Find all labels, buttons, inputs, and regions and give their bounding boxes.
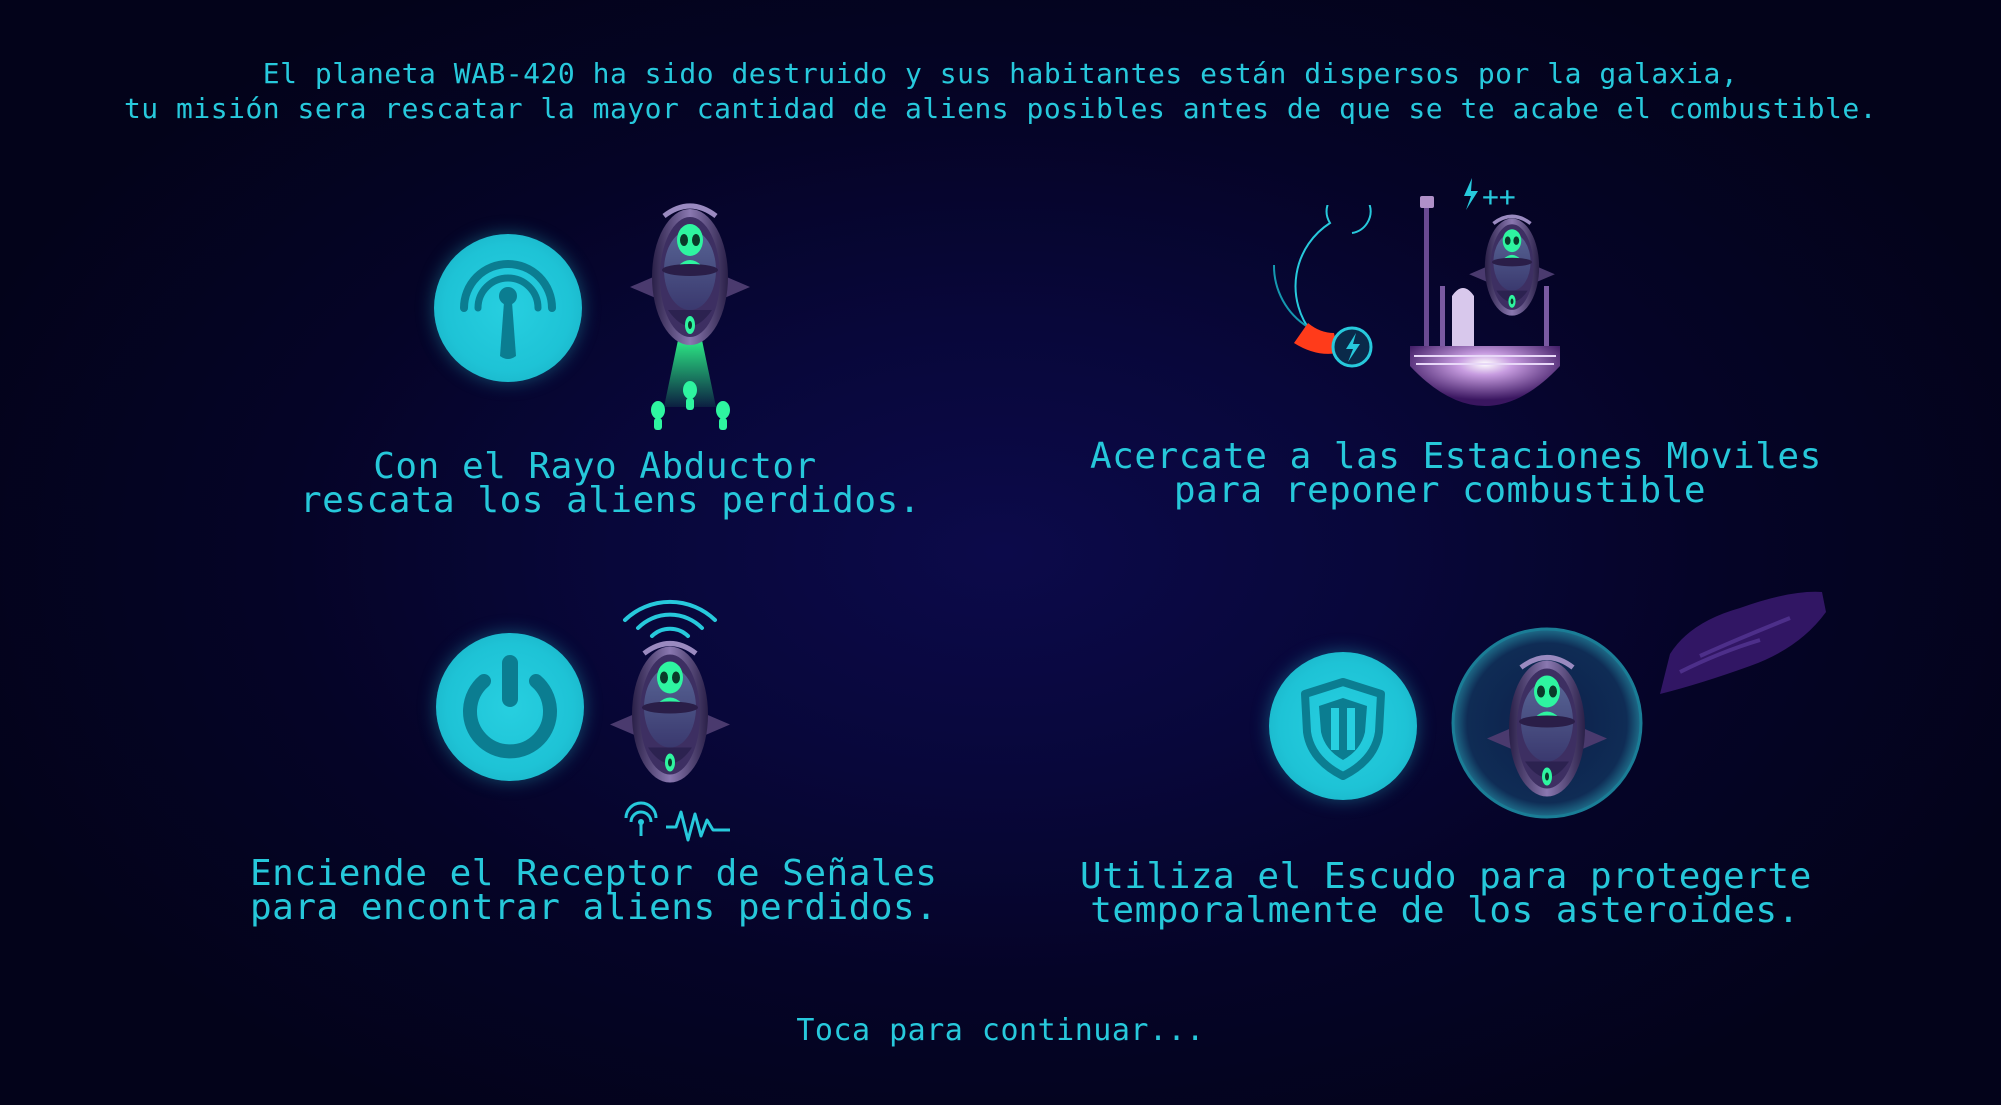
receiver-caption: Enciende el Receptor de Señales para enc… (250, 853, 938, 928)
tap-to-continue[interactable]: Toca para continuar... (0, 1013, 2001, 1048)
shield-caption-line-1: Utiliza el Escudo para protegerte (1080, 856, 1812, 897)
shield-button[interactable] (1269, 652, 1417, 800)
fuel-gauge-icon (1272, 205, 1373, 368)
intro-line-1: El planeta WAB-420 ha sido destruido y s… (262, 57, 1739, 90)
fuel-caption-line-2: para reponer combustible (1173, 470, 1707, 511)
fuel-plus-badge: ++ (1482, 180, 1516, 213)
abductor-ship-sprite (620, 192, 760, 430)
antenna-icon (460, 260, 556, 359)
rescued-aliens (651, 381, 730, 430)
fuel-caption: Acercate a las Estaciones Moviles para r… (1090, 436, 1822, 511)
lightning-icon (1464, 178, 1478, 210)
receiver-ship-sprite (600, 599, 760, 842)
fuel-low-segment (1294, 323, 1338, 354)
abductor-caption-line-1: Con el Rayo Abductor (373, 446, 817, 487)
wifi-signal-icon (623, 599, 717, 638)
fuel-caption-line-1: Acercate a las Estaciones Moviles (1090, 436, 1822, 477)
shield-icon (1301, 678, 1385, 780)
intro-text: El planeta WAB-420 ha sido destruido y s… (0, 56, 2001, 126)
mobile-station-sprite: ++ (1410, 178, 1560, 406)
shielded-ship-sprite (1451, 627, 1643, 819)
power-icon (463, 655, 557, 759)
abductor-button[interactable] (434, 234, 582, 382)
receiver-power-button[interactable] (436, 633, 584, 781)
shield-caption: Utiliza el Escudo para protegerte tempor… (1080, 856, 1812, 931)
intro-line-2: tu misión sera rescatar la mayor cantida… (123, 92, 1878, 125)
signal-wave-icon (624, 801, 730, 842)
abductor-caption: Con el Rayo Abductor rescata los aliens … (300, 446, 921, 521)
shield-caption-line-2: temporalmente de los asteroides. (1090, 890, 1800, 931)
asteroid-sprite (1660, 591, 1826, 694)
receiver-caption-line-1: Enciende el Receptor de Señales (250, 853, 938, 894)
abductor-caption-line-2: rescata los aliens perdidos. (300, 480, 921, 521)
receiver-caption-line-2: para encontrar aliens perdidos. (250, 887, 938, 928)
